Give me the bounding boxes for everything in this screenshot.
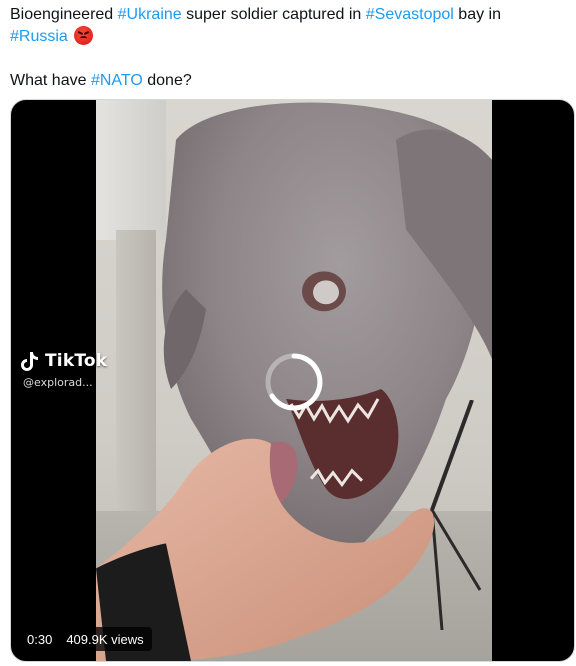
hashtag-russia-link[interactable]: #Russia (10, 28, 68, 45)
tiktok-handle-text: @explorad... (23, 376, 93, 389)
tweet-text-segment: done? (142, 72, 192, 89)
hashtag-sevastopol-link[interactable]: #Sevastopol (366, 6, 454, 23)
tweet-text: Bioengineered #Ukraine super soldier cap… (10, 4, 566, 92)
hashtag-ukraine-link[interactable]: #Ukraine (118, 6, 182, 23)
tiktok-watermark: TikTok @explorad... (21, 350, 107, 389)
tweet-text-segment: What have (10, 72, 91, 89)
tweet-text-segment: bay in (453, 6, 501, 23)
tweet-text-segment: Bioengineered (10, 6, 118, 23)
tweet-text-segment: super soldier captured in (181, 6, 366, 23)
hashtag-nato-link[interactable]: #NATO (91, 72, 143, 89)
video-view-count: 409.9K views (66, 631, 144, 647)
tiktok-logo-icon (21, 352, 38, 371)
video-duration: 0:30 (27, 631, 53, 647)
video-player[interactable]: TikTok @explorad... 0:30 409.9K views (10, 99, 575, 662)
tiktok-brand-text: TikTok (45, 351, 108, 371)
angry-face-icon (74, 26, 94, 45)
tweet-paragraph-2: What have #NATO done? (10, 70, 566, 92)
loading-spinner-icon (265, 353, 323, 411)
video-meta-badge: 0:30 409.9K views (19, 627, 152, 651)
tweet-paragraph-1: Bioengineered #Ukraine super soldier cap… (10, 4, 566, 48)
